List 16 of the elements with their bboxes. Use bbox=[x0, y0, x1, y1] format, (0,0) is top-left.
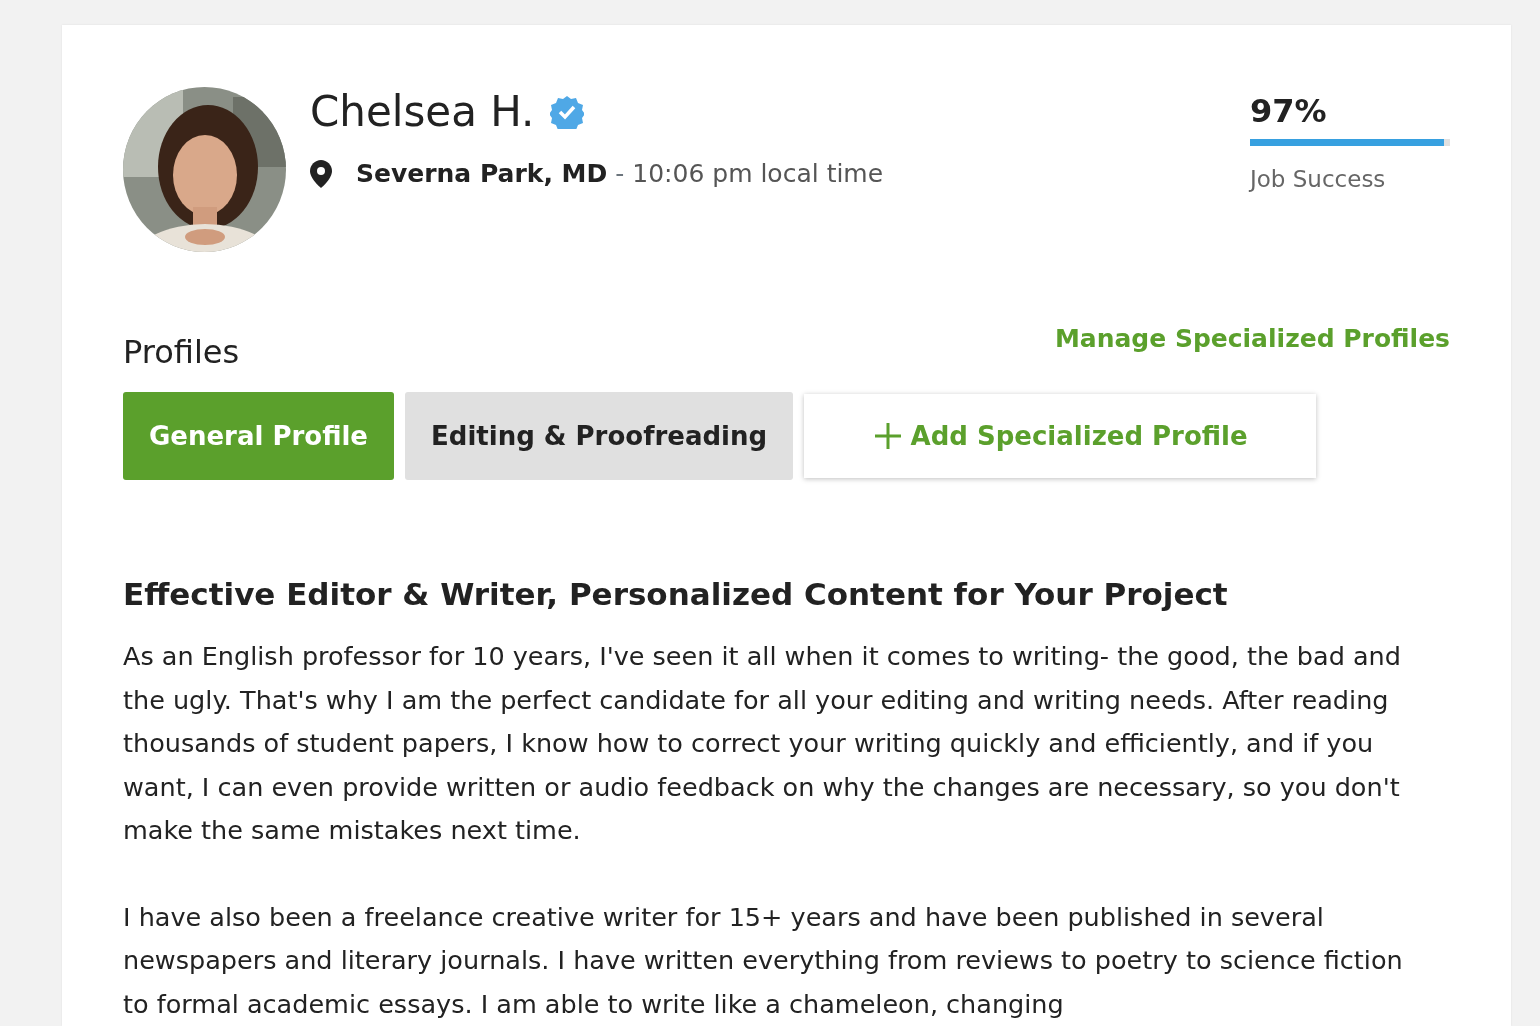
paragraph: As an English professor for 10 years, I've seen it all when it comes to writing- the good, the bad and the ugly. That's why I am the perfect candidate for all your editing and writing needs. After reading thousands of student papers, I know how to correct your writing quickly and efficiently, and if you want, I can even provide written or audio feedback on why the changes are necessary, so you don't make the same mistakes next time. bbox=[123, 640, 1402, 848]
location-pin-icon bbox=[310, 159, 332, 188]
paragraph: I have also been a freelance creative writer for 15+ years and have been published in several newspapers and literary journals. I have written everything from reviews to poetry to science fiction to formal academic essays. I am able to write like a chameleon, changing bbox=[123, 900, 1403, 1021]
separator-text: - bbox=[615, 158, 625, 190]
job-success-label: Job Success bbox=[1250, 165, 1387, 194]
person-name: Chelsea H. bbox=[310, 91, 535, 133]
location-text: Severna Park, MD bbox=[356, 158, 608, 190]
overview-title: Effective Editor & Writer, Personalized Content for Your Project bbox=[123, 576, 1229, 614]
section-heading: Profiles bbox=[123, 332, 240, 373]
plus-icon bbox=[872, 421, 903, 451]
profile-tab[interactable]: General Profile bbox=[123, 392, 394, 480]
manage-profiles-link[interactable]: Manage Specialized Profiles bbox=[1054, 320, 1450, 358]
add-profile-button[interactable]: Add Specialized Profile bbox=[804, 394, 1317, 478]
profile-tab[interactable]: Editing & Proofreading bbox=[405, 392, 794, 480]
local-time-text: 10:06 pm local time bbox=[632, 158, 884, 190]
job-success-value: 97% bbox=[1250, 91, 1328, 132]
